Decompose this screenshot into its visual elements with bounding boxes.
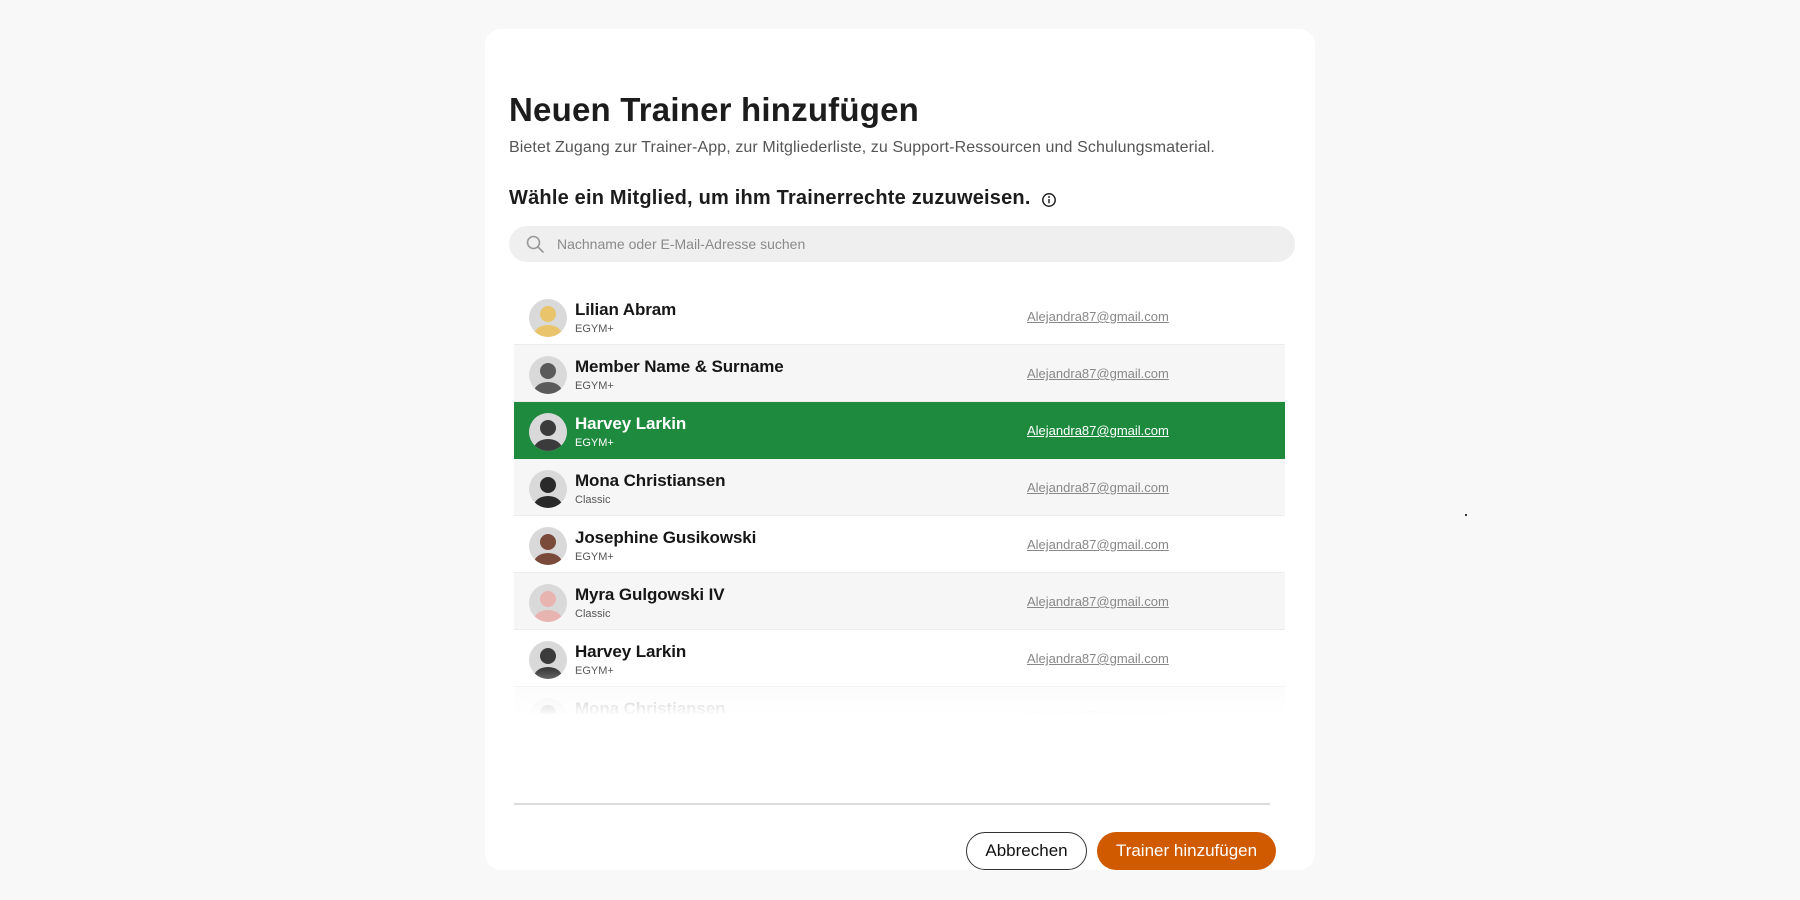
avatar [529, 527, 567, 565]
member-name: Mona Christiansen [575, 471, 726, 490]
avatar [529, 470, 567, 508]
avatar [529, 698, 567, 714]
member-name: Myra Gulgowski IV [575, 585, 725, 604]
member-row[interactable]: Lilian Abram EGYM+ Alejandra87@gmail.com [514, 288, 1285, 345]
member-email-link[interactable]: Alejandra87@gmail.com [1027, 309, 1169, 324]
member-row[interactable]: Myra Gulgowski IV Classic Alejandra87@gmai… [514, 573, 1285, 630]
avatar [529, 299, 567, 337]
search-bar[interactable] [509, 226, 1295, 262]
member-tier: EGYM+ [575, 551, 614, 563]
member-row[interactable]: Harvey Larkin EGYM+ Alejandra87@gmail.com [514, 402, 1285, 459]
member-row[interactable]: Member Name & Surname EGYM+ Alejandra87@gm… [514, 345, 1285, 402]
search-input[interactable] [555, 235, 1259, 253]
member-tier: Classic [575, 608, 611, 620]
member-name: Lilian Abram [575, 300, 677, 319]
member-tier: EGYM+ [575, 323, 614, 335]
member-email-link[interactable]: Alejandra87@gmail.com [1027, 594, 1169, 609]
member-email-link[interactable]: Alejandra87@gmail.com [1027, 366, 1169, 381]
member-row[interactable]: Mona ChristiansenClassicAlejandra87@gmai… [514, 687, 1285, 714]
avatar [529, 641, 567, 679]
search-icon [525, 234, 545, 254]
member-name: Mona Christiansen [575, 699, 726, 714]
member-tier: EGYM+ [575, 437, 614, 449]
member-tier: EGYM+ [575, 665, 614, 677]
section-heading: Wähle ein Mitglied, um ihm Trainerrechte… [509, 187, 1057, 210]
add-trainer-button[interactable]: Trainer hinzufügen [1097, 832, 1276, 870]
footer-divider [514, 803, 1270, 805]
info-circle-icon[interactable] [1041, 191, 1057, 207]
dialog-subtitle: Bietet Zugang zur Trainer-App, zur Mitgl… [509, 139, 1215, 156]
avatar [529, 584, 567, 622]
member-email-link[interactable]: Alejandra87@gmail.com [1027, 480, 1169, 495]
member-name: Harvey Larkin [575, 414, 687, 433]
member-name: Josephine Gusikowski [575, 528, 757, 547]
member-email-link[interactable]: Alejandra87@gmail.com [1027, 537, 1169, 552]
section-heading-text: Wähle ein Mitglied, um ihm Trainerrechte… [509, 187, 1031, 209]
member-row[interactable]: Josephine Gusikowski EGYM+ Alejandra87@gma… [514, 516, 1285, 573]
add-trainer-dialog: Neuen Trainer hinzufügen Bietet Zugang z… [485, 29, 1467, 870]
member-tier: Classic [575, 494, 611, 506]
member-tier: EGYM+ [575, 380, 614, 392]
stray-dot [1465, 514, 1467, 516]
cancel-button[interactable]: Abbrechen [966, 832, 1087, 870]
member-list: Lilian Abram EGYM+ Alejandra87@gmail.com Me… [514, 288, 1285, 714]
member-email-link[interactable]: Alejandra87@gmail.com [1027, 423, 1169, 438]
member-email-link[interactable]: Alejandra87@gmail.com [1027, 651, 1169, 666]
member-row[interactable]: Harvey Larkin EGYM+ Alejandra87@gmail.com [514, 630, 1285, 687]
member-email-link[interactable]: Alejandra87@gmail.com [1027, 708, 1169, 714]
member-name: Harvey Larkin [575, 642, 687, 661]
member-name: Member Name & Surname [575, 357, 784, 376]
member-row[interactable]: Mona Christiansen Classic Alejandra87@gmai… [514, 459, 1285, 516]
avatar [529, 356, 567, 394]
avatar [529, 413, 567, 451]
dialog-title: Neuen Trainer hinzufügen [509, 91, 920, 128]
